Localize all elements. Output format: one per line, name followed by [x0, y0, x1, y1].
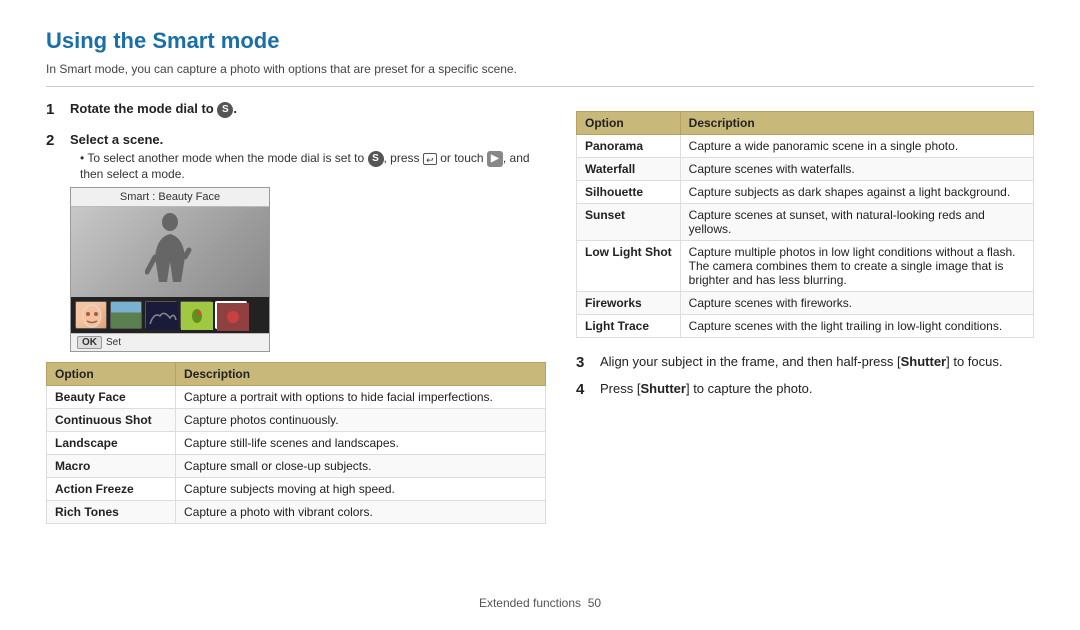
step-4: 4 Press [Shutter] to capture the photo. [576, 381, 1034, 398]
right-option-desc: Capture a wide panoramic scene in a sing… [680, 135, 1033, 158]
step-3-number: 3 [576, 354, 592, 371]
left-option-desc: Capture photos continuously. [176, 408, 546, 431]
right-table-col1: Option [577, 112, 681, 135]
step-1-content: Rotate the mode dial to S. [70, 101, 546, 122]
step-2-content: Select a scene. To select another mode w… [70, 132, 546, 352]
right-option-desc: Capture scenes with the light trailing i… [680, 315, 1033, 338]
back-icon: ↩ [423, 153, 437, 165]
right-table-row: Silhouette Capture subjects as dark shap… [577, 181, 1034, 204]
s-icon-2: S [368, 151, 384, 167]
footer: Extended functions 50 [46, 586, 1034, 610]
camera-preview: Smart : Beauty Face [70, 187, 270, 352]
right-table-col2: Description [680, 112, 1033, 135]
thumb-dark [145, 301, 177, 329]
left-option-name: Beauty Face [47, 385, 176, 408]
camera-icon: ▶ [487, 151, 503, 167]
right-table-row: Panorama Capture a wide panoramic scene … [577, 135, 1034, 158]
right-option-desc: Capture multiple photos in low light con… [680, 241, 1033, 292]
footer-page-num: 50 [588, 596, 601, 610]
right-option-name: Waterfall [577, 158, 681, 181]
step-2: 2 Select a scene. To select another mode… [46, 132, 546, 352]
step-4-text: Press [Shutter] to capture the photo. [600, 381, 812, 396]
step-2-text: Select a scene. [70, 132, 546, 147]
set-label: Set [106, 337, 121, 348]
left-table-row: Macro Capture small or close-up subjects… [47, 454, 546, 477]
right-options-table: Option Description Panorama Capture a wi… [576, 111, 1034, 338]
right-option-name: Silhouette [577, 181, 681, 204]
left-table-row: Continuous Shot Capture photos continuou… [47, 408, 546, 431]
thumb-selected [215, 301, 247, 329]
camera-top-bar: Smart : Beauty Face [71, 188, 269, 207]
step-4-number: 4 [576, 381, 592, 398]
right-option-desc: Capture scenes at sunset, with natural-l… [680, 204, 1033, 241]
page-subtitle: In Smart mode, you can capture a photo w… [46, 62, 1034, 87]
left-table-row: Landscape Capture still-life scenes and … [47, 431, 546, 454]
ok-button[interactable]: OK [77, 336, 102, 349]
right-option-name: Light Trace [577, 315, 681, 338]
camera-bottom-bar: OK Set [71, 333, 269, 351]
left-option-desc: Capture still-life scenes and landscapes… [176, 431, 546, 454]
right-option-name: Fireworks [577, 292, 681, 315]
right-table-row: Low Light Shot Capture multiple photos i… [577, 241, 1034, 292]
left-option-desc: Capture small or close-up subjects. [176, 454, 546, 477]
shutter-bold-1: Shutter [901, 354, 947, 369]
left-table-row: Action Freeze Capture subjects moving at… [47, 477, 546, 500]
right-table-row: Sunset Capture scenes at sunset, with na… [577, 204, 1034, 241]
person-silhouette [145, 212, 195, 292]
left-table-row: Rich Tones Capture a photo with vibrant … [47, 500, 546, 523]
left-options-table: Option Description Beauty Face Capture a… [46, 362, 546, 524]
left-option-name: Rich Tones [47, 500, 176, 523]
left-table-col2: Description [176, 362, 546, 385]
left-option-name: Action Freeze [47, 477, 176, 500]
right-option-name: Sunset [577, 204, 681, 241]
step-2-bullet: To select another mode when the mode dia… [70, 151, 546, 181]
left-option-desc: Capture a portrait with options to hide … [176, 385, 546, 408]
footer-text: Extended functions [479, 596, 581, 610]
right-table-row: Waterfall Capture scenes with waterfalls… [577, 158, 1034, 181]
left-option-name: Landscape [47, 431, 176, 454]
right-option-name: Low Light Shot [577, 241, 681, 292]
left-option-desc: Capture subjects moving at high speed. [176, 477, 546, 500]
thumbnails-bar [71, 297, 269, 333]
thumb-beauty-face [75, 301, 107, 329]
right-table-row: Fireworks Capture scenes with fireworks. [577, 292, 1034, 315]
face-thumb-icon [76, 302, 107, 329]
step-2-number: 2 [46, 132, 62, 149]
selected-thumb-icon [217, 303, 249, 331]
thumb-macro [180, 301, 212, 329]
camera-screen [71, 207, 269, 297]
right-option-desc: Capture subjects as dark shapes against … [680, 181, 1033, 204]
page: Using the Smart mode In Smart mode, you … [0, 0, 1080, 630]
left-option-name: Continuous Shot [47, 408, 176, 431]
step-1-text: Rotate the mode dial to S. [70, 101, 546, 118]
left-option-desc: Capture a photo with vibrant colors. [176, 500, 546, 523]
right-table-row: Light Trace Capture scenes with the ligh… [577, 315, 1034, 338]
right-option-desc: Capture scenes with fireworks. [680, 292, 1033, 315]
right-column: Option Description Panorama Capture a wi… [576, 101, 1034, 586]
shutter-bold-2: Shutter [640, 381, 686, 396]
page-title: Using the Smart mode [46, 28, 1034, 54]
right-option-desc: Capture scenes with waterfalls. [680, 158, 1033, 181]
dark-thumb-icon [146, 302, 178, 330]
step-1-number: 1 [46, 101, 62, 118]
macro-thumb-icon [181, 302, 213, 330]
step-3-text: Align your subject in the frame, and the… [600, 354, 1002, 369]
thumb-landscape [110, 301, 142, 329]
step-1: 1 Rotate the mode dial to S. [46, 101, 546, 122]
s-icon: S [217, 102, 233, 118]
left-table-row: Beauty Face Capture a portrait with opti… [47, 385, 546, 408]
left-option-name: Macro [47, 454, 176, 477]
left-table-col1: Option [47, 362, 176, 385]
right-option-name: Panorama [577, 135, 681, 158]
content-area: 1 Rotate the mode dial to S. 2 Select a … [46, 101, 1034, 586]
step-3: 3 Align your subject in the frame, and t… [576, 354, 1034, 371]
left-column: 1 Rotate the mode dial to S. 2 Select a … [46, 101, 546, 586]
